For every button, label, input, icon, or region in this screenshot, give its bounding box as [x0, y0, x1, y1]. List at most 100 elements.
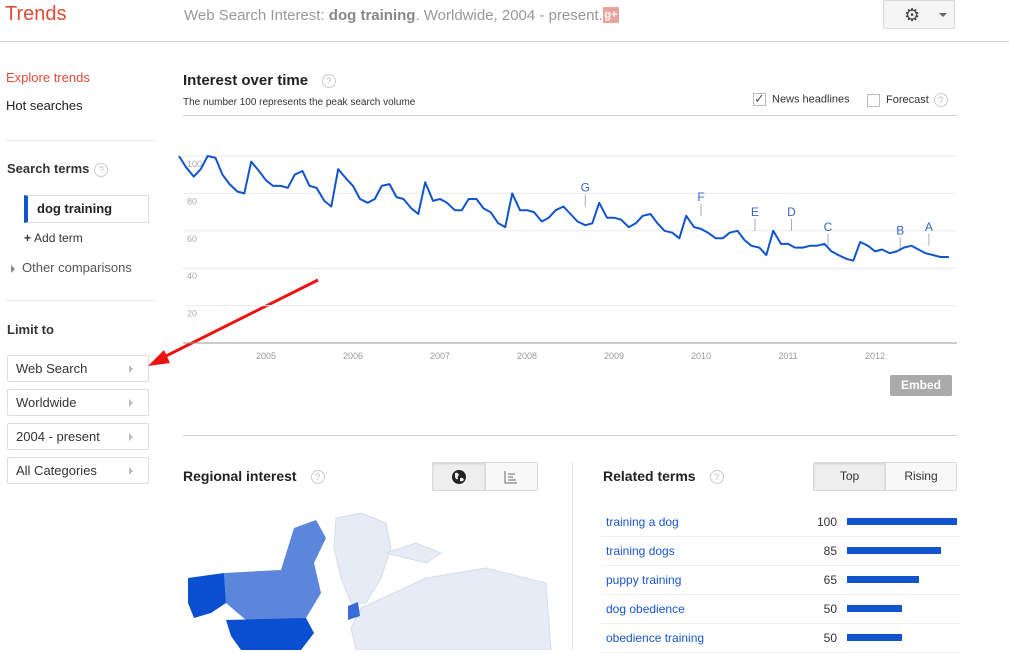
related-term-bar	[847, 634, 902, 641]
related-term-value: 50	[823, 631, 837, 645]
y-tick-label: 80	[187, 196, 197, 206]
embed-button[interactable]: Embed	[890, 375, 952, 396]
google-plus-share-icon[interactable]: g+	[603, 7, 619, 23]
triangle-right-icon	[129, 433, 133, 441]
hot-searches-link[interactable]: Hot searches	[6, 98, 83, 113]
annotation-label-b[interactable]: B	[896, 224, 904, 238]
related-term-link[interactable]: dog obedience	[606, 602, 685, 616]
list-view-button[interactable]	[485, 463, 537, 490]
checkbox-checked-icon[interactable]	[753, 91, 766, 107]
gear-icon: ⚙	[904, 5, 921, 25]
related-term-value: 50	[823, 602, 837, 616]
related-term-bar	[847, 547, 941, 554]
annotation-label-c[interactable]: C	[824, 220, 833, 234]
related-term-row: puppy training 65	[601, 566, 961, 595]
x-tick-label: 2010	[691, 351, 711, 361]
x-tick-label: 2006	[343, 351, 363, 361]
map-region-svalbard[interactable]	[384, 542, 443, 564]
rising-tab[interactable]: Rising	[886, 463, 956, 490]
help-icon[interactable]: ?	[933, 93, 948, 107]
related-term-link[interactable]: training a dog	[606, 515, 679, 529]
related-term-row: training a dog 100	[601, 508, 961, 537]
annotation-label-d[interactable]: D	[787, 205, 796, 219]
related-term-link[interactable]: puppy training	[606, 573, 681, 587]
interest-chart[interactable]: 20 40 60 80 100 2005 2006 2007 2008 2009 2010 2011 2…	[170, 140, 970, 370]
divider	[6, 140, 156, 141]
divider	[183, 435, 957, 436]
news-headlines-checkbox[interactable]: News headlines	[753, 91, 850, 107]
divider	[6, 300, 156, 301]
map-region-usa[interactable]	[226, 618, 314, 650]
x-tick-label: 2005	[256, 351, 276, 361]
map-region-eurasia[interactable]	[350, 567, 552, 650]
other-comparisons-toggle[interactable]: Other comparisons	[11, 260, 132, 275]
map-region-canada[interactable]	[224, 520, 326, 620]
explore-trends-link[interactable]: Explore trends	[6, 70, 90, 85]
limit-to-heading: Limit to	[7, 322, 54, 337]
triangle-right-icon	[129, 467, 133, 475]
top-tab[interactable]: Top	[814, 463, 886, 490]
annotation-label-e[interactable]: E	[751, 205, 759, 219]
limit-region-button[interactable]: Worldwide	[7, 389, 149, 416]
forecast-label: Forecast	[886, 93, 929, 106]
related-term-value: 100	[816, 515, 837, 529]
triangle-right-icon	[129, 365, 133, 373]
map-region-alaska[interactable]	[188, 573, 226, 618]
arrow-head	[148, 350, 170, 366]
add-term-button[interactable]: + Add term	[24, 231, 83, 245]
checkbox-icon[interactable]	[867, 93, 880, 107]
limit-category-button[interactable]: All Categories	[7, 457, 149, 484]
map-region-greenland[interactable]	[333, 512, 392, 604]
annotation-label-a[interactable]: A	[925, 220, 933, 234]
related-term-bar	[847, 605, 902, 612]
divider	[572, 462, 573, 650]
title-suffix: . Worldwide, 2004 - present.	[415, 7, 603, 24]
regional-view-toggle	[432, 462, 538, 491]
x-tick-label: 2011	[778, 351, 797, 361]
divider	[183, 115, 957, 116]
settings-button[interactable]: ⚙	[883, 0, 955, 29]
related-term-link[interactable]: obedience training	[606, 631, 704, 645]
related-term-link[interactable]: training dogs	[606, 544, 675, 558]
limit-label: Web Search	[16, 361, 88, 376]
related-term-row: dog obedience 50	[601, 595, 961, 624]
limit-web-search-button[interactable]: Web Search	[7, 355, 149, 382]
search-term-input[interactable]: dog training	[24, 195, 149, 223]
y-tick-label: 60	[187, 234, 197, 244]
x-tick-label: 2012	[865, 351, 885, 361]
help-icon[interactable]: ?	[709, 470, 724, 485]
related-term-bar	[847, 576, 919, 583]
triangle-right-icon	[11, 264, 15, 273]
help-icon[interactable]: ?	[310, 470, 325, 485]
limit-time-button[interactable]: 2004 - present	[7, 423, 149, 450]
annotation-label-f[interactable]: F	[697, 190, 704, 204]
annotation-label-g[interactable]: G	[581, 180, 590, 194]
search-terms-label: Search terms	[7, 161, 90, 176]
related-title: Related terms	[603, 468, 696, 484]
x-tick-label: 2008	[517, 351, 537, 361]
limit-label: Worldwide	[16, 395, 77, 410]
interest-over-time-heading: Interest over time?	[183, 72, 337, 89]
related-terms-heading: Related terms?	[603, 468, 724, 485]
regional-interest-map[interactable]	[186, 508, 556, 650]
add-term-label: Add term	[34, 231, 83, 245]
news-headlines-label: News headlines	[772, 93, 850, 106]
related-term-value: 85	[823, 544, 837, 558]
list-icon	[504, 471, 518, 484]
header-title: Web Search Interest: dog training. World…	[184, 7, 603, 24]
forecast-checkbox[interactable]: Forecast?	[867, 93, 948, 107]
other-comparisons-label: Other comparisons	[22, 260, 132, 275]
y-tick-label: 100	[187, 159, 202, 169]
header: Trends Web Search Interest: dog training…	[0, 0, 1009, 42]
help-icon[interactable]: ?	[322, 74, 337, 89]
related-terms-toggle: Top Rising	[813, 462, 957, 491]
interest-title: Interest over time	[183, 72, 309, 89]
title-term: dog training	[328, 7, 416, 24]
map-view-button[interactable]	[433, 463, 486, 490]
help-icon[interactable]: ?	[94, 162, 109, 177]
related-term-row: training dogs 85	[601, 537, 961, 566]
trends-logo[interactable]: Trends	[5, 3, 67, 26]
globe-icon	[451, 470, 466, 484]
x-tick-label: 2007	[430, 351, 450, 361]
related-term-row: obedience training 50	[601, 624, 961, 653]
